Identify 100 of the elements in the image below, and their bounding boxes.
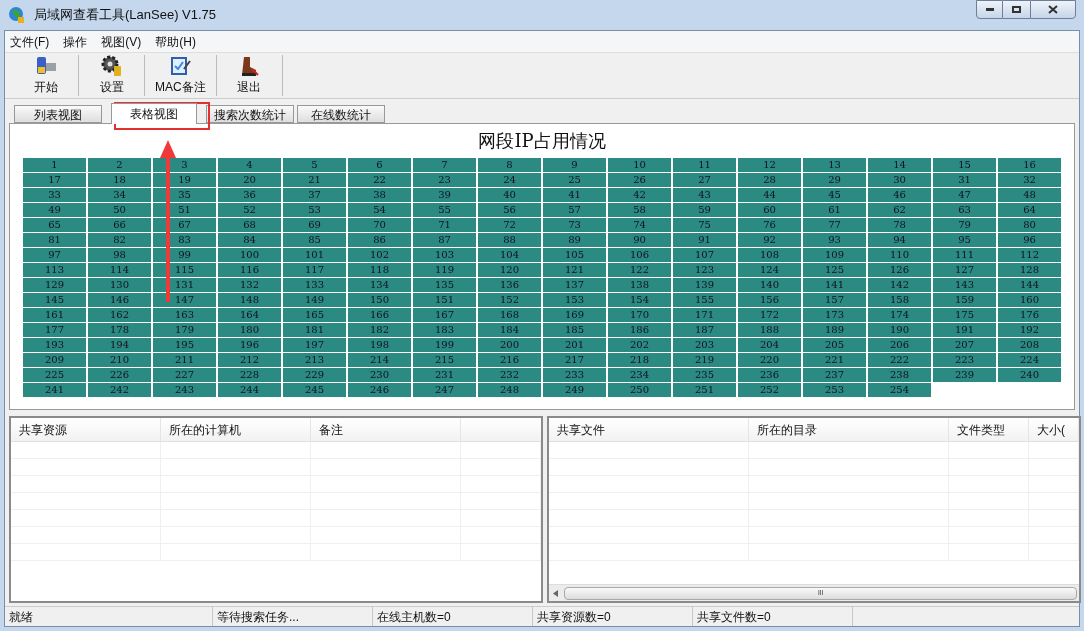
ip-cell[interactable]: 37 bbox=[283, 188, 346, 202]
ip-cell[interactable]: 59 bbox=[673, 203, 736, 217]
ip-cell[interactable]: 5 bbox=[283, 158, 346, 172]
maximize-button[interactable] bbox=[1003, 0, 1030, 19]
ip-cell[interactable]: 96 bbox=[998, 233, 1061, 247]
horizontal-scrollbar[interactable]: III bbox=[549, 584, 1079, 601]
ip-cell[interactable]: 97 bbox=[23, 248, 86, 262]
ip-cell[interactable]: 192 bbox=[998, 323, 1061, 337]
ip-cell[interactable]: 232 bbox=[478, 368, 541, 382]
menu-item[interactable]: 文件(F) bbox=[10, 32, 50, 51]
ip-cell[interactable]: 250 bbox=[608, 383, 671, 397]
ip-cell[interactable]: 98 bbox=[88, 248, 151, 262]
ip-cell[interactable]: 76 bbox=[738, 218, 801, 232]
ip-cell[interactable]: 117 bbox=[283, 263, 346, 277]
ip-cell[interactable]: 27 bbox=[673, 173, 736, 187]
ip-cell[interactable]: 80 bbox=[998, 218, 1061, 232]
ip-cell[interactable]: 128 bbox=[998, 263, 1061, 277]
ip-cell[interactable]: 157 bbox=[803, 293, 866, 307]
ip-cell[interactable]: 89 bbox=[543, 233, 606, 247]
ip-cell[interactable]: 81 bbox=[23, 233, 86, 247]
ip-cell[interactable]: 136 bbox=[478, 278, 541, 292]
ip-cell[interactable]: 35 bbox=[153, 188, 216, 202]
ip-cell[interactable]: 46 bbox=[868, 188, 931, 202]
ip-cell[interactable]: 18 bbox=[88, 173, 151, 187]
ip-cell[interactable]: 164 bbox=[218, 308, 281, 322]
ip-cell[interactable]: 175 bbox=[933, 308, 996, 322]
ip-cell[interactable]: 240 bbox=[998, 368, 1061, 382]
ip-cell[interactable]: 47 bbox=[933, 188, 996, 202]
ip-cell[interactable]: 69 bbox=[283, 218, 346, 232]
ip-cell[interactable]: 225 bbox=[23, 368, 86, 382]
ip-cell[interactable]: 36 bbox=[218, 188, 281, 202]
ip-cell[interactable]: 203 bbox=[673, 338, 736, 352]
column-header[interactable]: 共享文件 bbox=[549, 418, 749, 441]
ip-cell[interactable]: 63 bbox=[933, 203, 996, 217]
ip-cell[interactable]: 102 bbox=[348, 248, 411, 262]
ip-cell[interactable]: 170 bbox=[608, 308, 671, 322]
ip-cell[interactable]: 243 bbox=[153, 383, 216, 397]
ip-cell[interactable]: 152 bbox=[478, 293, 541, 307]
ip-cell[interactable]: 180 bbox=[218, 323, 281, 337]
ip-cell[interactable]: 246 bbox=[348, 383, 411, 397]
ip-cell[interactable]: 61 bbox=[803, 203, 866, 217]
ip-cell[interactable]: 15 bbox=[933, 158, 996, 172]
column-header[interactable]: 所在的计算机 bbox=[161, 418, 311, 441]
ip-cell[interactable]: 78 bbox=[868, 218, 931, 232]
menu-item[interactable]: 操作 bbox=[63, 32, 88, 51]
ip-cell[interactable]: 163 bbox=[153, 308, 216, 322]
ip-cell[interactable]: 183 bbox=[413, 323, 476, 337]
ip-cell[interactable]: 227 bbox=[153, 368, 216, 382]
ip-cell[interactable]: 172 bbox=[738, 308, 801, 322]
ip-cell[interactable]: 2 bbox=[88, 158, 151, 172]
ip-cell[interactable]: 17 bbox=[23, 173, 86, 187]
ip-cell[interactable]: 53 bbox=[283, 203, 346, 217]
ip-cell[interactable]: 75 bbox=[673, 218, 736, 232]
ip-cell[interactable]: 184 bbox=[478, 323, 541, 337]
ip-cell[interactable]: 72 bbox=[478, 218, 541, 232]
column-header[interactable]: 大小( bbox=[1029, 418, 1079, 441]
ip-cell[interactable]: 200 bbox=[478, 338, 541, 352]
ip-cell[interactable]: 201 bbox=[543, 338, 606, 352]
ip-cell[interactable]: 217 bbox=[543, 353, 606, 367]
ip-cell[interactable]: 8 bbox=[478, 158, 541, 172]
close-button[interactable] bbox=[1030, 0, 1076, 19]
ip-cell[interactable]: 25 bbox=[543, 173, 606, 187]
ip-cell[interactable]: 216 bbox=[478, 353, 541, 367]
ip-cell[interactable]: 237 bbox=[803, 368, 866, 382]
ip-cell[interactable]: 221 bbox=[803, 353, 866, 367]
ip-cell[interactable]: 147 bbox=[153, 293, 216, 307]
ip-cell[interactable]: 196 bbox=[218, 338, 281, 352]
ip-cell[interactable]: 138 bbox=[608, 278, 671, 292]
ip-cell[interactable]: 57 bbox=[543, 203, 606, 217]
ip-cell[interactable]: 28 bbox=[738, 173, 801, 187]
ip-cell[interactable]: 188 bbox=[738, 323, 801, 337]
ip-cell[interactable]: 7 bbox=[413, 158, 476, 172]
ip-cell[interactable]: 122 bbox=[608, 263, 671, 277]
toolbar-button[interactable]: 设置 bbox=[79, 55, 145, 96]
ip-cell[interactable]: 229 bbox=[283, 368, 346, 382]
ip-cell[interactable]: 95 bbox=[933, 233, 996, 247]
ip-cell[interactable]: 30 bbox=[868, 173, 931, 187]
column-header[interactable]: 文件类型 bbox=[949, 418, 1029, 441]
ip-cell[interactable]: 99 bbox=[153, 248, 216, 262]
ip-cell[interactable]: 52 bbox=[218, 203, 281, 217]
ip-cell[interactable]: 167 bbox=[413, 308, 476, 322]
ip-cell[interactable]: 29 bbox=[803, 173, 866, 187]
ip-cell[interactable]: 233 bbox=[543, 368, 606, 382]
ip-cell[interactable]: 65 bbox=[23, 218, 86, 232]
ip-cell[interactable]: 120 bbox=[478, 263, 541, 277]
ip-cell[interactable]: 190 bbox=[868, 323, 931, 337]
ip-cell[interactable]: 93 bbox=[803, 233, 866, 247]
column-header[interactable]: 共享资源 bbox=[11, 418, 161, 441]
ip-cell[interactable]: 215 bbox=[413, 353, 476, 367]
tab[interactable]: 列表视图 bbox=[14, 105, 102, 123]
ip-cell[interactable]: 254 bbox=[868, 383, 931, 397]
ip-cell[interactable]: 153 bbox=[543, 293, 606, 307]
ip-cell[interactable]: 220 bbox=[738, 353, 801, 367]
ip-cell[interactable]: 55 bbox=[413, 203, 476, 217]
ip-cell[interactable]: 108 bbox=[738, 248, 801, 262]
ip-cell[interactable]: 148 bbox=[218, 293, 281, 307]
ip-cell[interactable]: 202 bbox=[608, 338, 671, 352]
ip-cell[interactable]: 85 bbox=[283, 233, 346, 247]
ip-cell[interactable]: 16 bbox=[998, 158, 1061, 172]
ip-cell[interactable]: 158 bbox=[868, 293, 931, 307]
